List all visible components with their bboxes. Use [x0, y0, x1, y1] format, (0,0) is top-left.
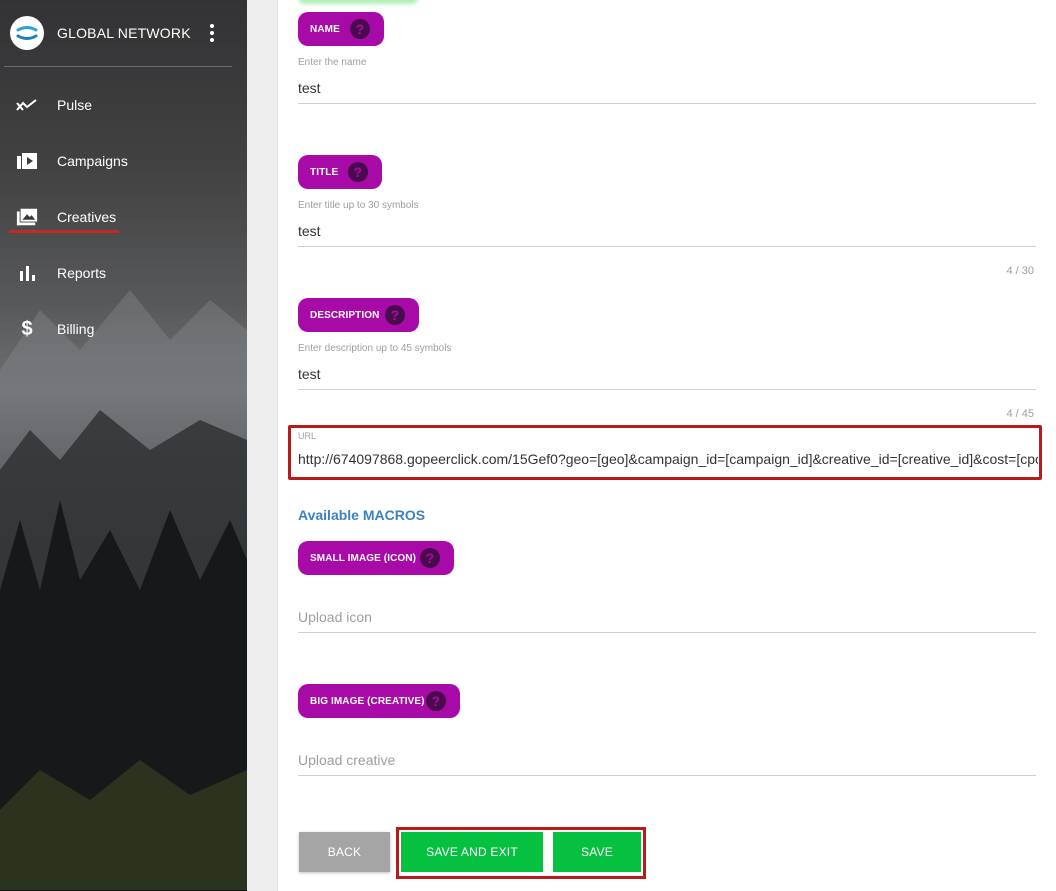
sidebar-item-label: Creatives	[57, 209, 117, 225]
upload-creative-field[interactable]: Upload creative	[298, 752, 395, 768]
sidebar-item-label: Billing	[57, 321, 95, 337]
help-icon[interactable]: ?	[420, 548, 440, 568]
sidebar-item-label: Pulse	[57, 97, 93, 113]
description-input-underline	[298, 389, 1036, 390]
title-hint: Enter title up to 30 symbols	[298, 200, 419, 211]
back-button[interactable]: BACK	[299, 832, 390, 872]
sidebar-divider	[4, 66, 232, 67]
save-and-exit-button[interactable]: SAVE AND EXIT	[401, 832, 543, 872]
sidebar-item-campaigns[interactable]: Campaigns	[0, 141, 247, 181]
top-green-glow	[298, 0, 418, 4]
description-hint: Enter description up to 45 symbols	[298, 343, 452, 354]
sidebar-item-pulse[interactable]: Pulse	[0, 85, 247, 125]
image-library-icon	[16, 206, 38, 228]
brand-title: GLOBAL NETWORK	[57, 25, 191, 41]
help-icon[interactable]: ?	[350, 19, 370, 39]
sidebar: GLOBAL NETWORK Pulse Campaigns Creatives…	[0, 0, 247, 891]
available-macros-link[interactable]: Available MACROS	[298, 507, 425, 523]
big-image-label: BIG IMAGE (CREATIVE)	[310, 695, 425, 707]
bar-chart-icon	[16, 262, 38, 284]
campaigns-icon	[16, 150, 38, 172]
url-input[interactable]: http://674097868.gopeerclick.com/15Gef0?…	[298, 451, 1038, 467]
small-image-label-pill: SMALL IMAGE (ICON) ?	[298, 541, 454, 575]
save-button[interactable]: SAVE	[553, 832, 641, 872]
more-vert-icon[interactable]	[205, 24, 219, 42]
creative-form: NAME ? Enter the name test TITLE ? Enter…	[277, 0, 1056, 891]
title-input-underline	[298, 246, 1036, 247]
description-char-counter: 4 / 45	[1006, 408, 1034, 420]
dollar-icon: $	[21, 317, 33, 340]
description-label: DESCRIPTION	[310, 309, 380, 321]
upload-icon-underline	[298, 632, 1036, 633]
help-icon[interactable]: ?	[426, 691, 446, 711]
name-input-underline	[298, 103, 1036, 104]
description-label-pill: DESCRIPTION ?	[298, 298, 419, 332]
help-icon[interactable]: ?	[385, 305, 405, 325]
title-label: TITLE	[310, 166, 339, 178]
name-label: NAME	[310, 23, 340, 35]
sidebar-item-billing[interactable]: $ Billing	[0, 309, 247, 349]
trending-icon	[16, 94, 38, 116]
small-image-label: SMALL IMAGE (ICON)	[310, 552, 417, 564]
upload-icon-field[interactable]: Upload icon	[298, 609, 372, 625]
title-char-counter: 4 / 30	[1006, 265, 1034, 277]
name-hint: Enter the name	[298, 57, 367, 68]
url-label: URL	[298, 431, 317, 441]
big-image-label-pill: BIG IMAGE (CREATIVE) ?	[298, 684, 460, 718]
description-input[interactable]: test	[298, 366, 321, 382]
sidebar-item-label: Reports	[57, 265, 107, 281]
brand: GLOBAL NETWORK	[10, 16, 191, 50]
name-label-pill: NAME ?	[298, 12, 384, 46]
upload-creative-underline	[298, 775, 1036, 776]
sidebar-item-label: Campaigns	[57, 153, 128, 169]
active-nav-highlight	[9, 230, 119, 233]
title-input[interactable]: test	[298, 223, 321, 239]
title-label-pill: TITLE ?	[298, 155, 382, 189]
sidebar-item-reports[interactable]: Reports	[0, 253, 247, 293]
name-input[interactable]: test	[298, 80, 321, 96]
help-icon[interactable]: ?	[348, 162, 368, 182]
brand-logo-icon	[10, 16, 44, 50]
mountain-background-image	[0, 290, 247, 890]
